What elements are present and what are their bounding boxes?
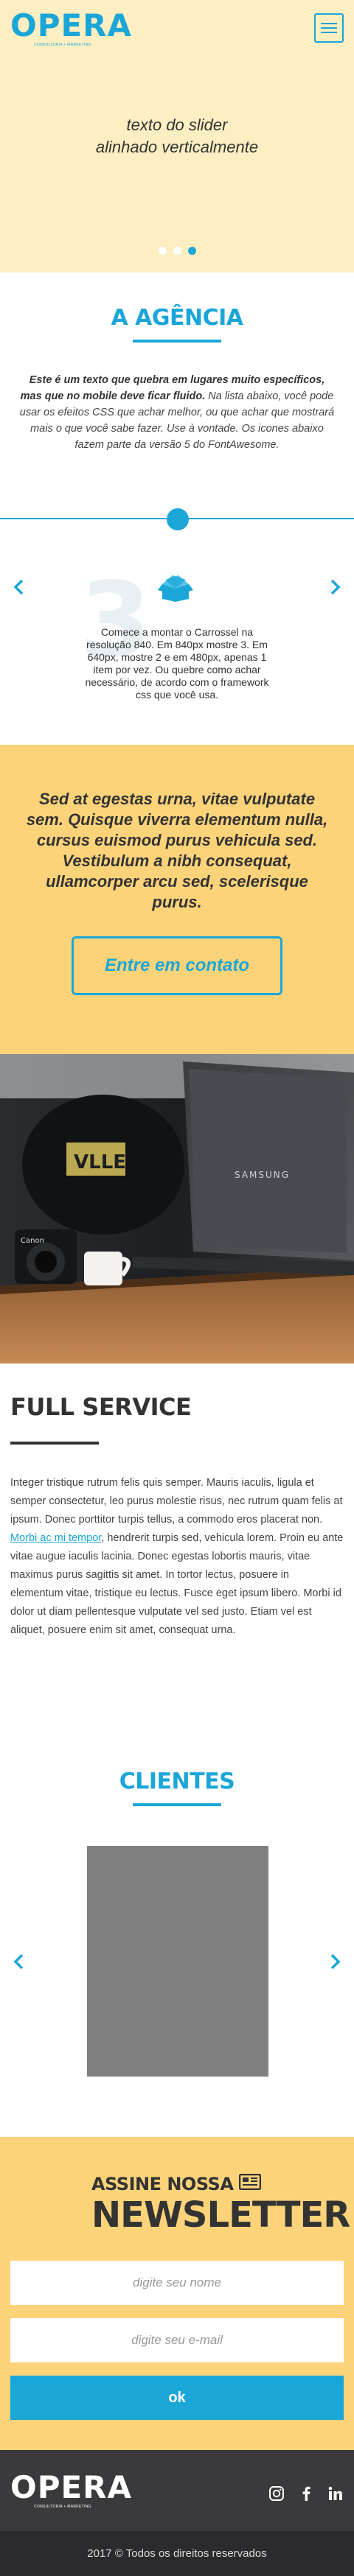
laptop-brand: SAMSUNG — [235, 1170, 290, 1180]
footer: OPERA CONSULTORIA + MARKETING — [0, 2450, 354, 2531]
chevron-right-icon[interactable] — [326, 578, 344, 596]
menu-button[interactable] — [314, 13, 344, 43]
carousel-item-text: Comece a montar o Carrossel na resolução… — [85, 626, 269, 701]
newspaper-icon — [239, 2173, 262, 2194]
linkedin-icon[interactable] — [327, 2485, 344, 2502]
full-service-title: FULL SERVICE — [10, 1393, 192, 1421]
full-service-text: Integer tristique rutrum felis quis semp… — [10, 1477, 344, 1636]
slider-line-1: texto do slider — [126, 116, 228, 134]
newsletter-title: NEWSLETTER — [91, 2194, 350, 2236]
camera-brand: Canon — [21, 1237, 44, 1245]
chevron-right-icon[interactable] — [326, 1953, 344, 1970]
email-input[interactable]: digite seu e-mail — [10, 2318, 344, 2362]
workspace-image: VLLE Canon SAMSUNG — [0, 1054, 354, 1364]
carousel: 3 Comece a montar o Carrossel na resoluç… — [0, 505, 354, 745]
slider-dot-1[interactable] — [158, 247, 167, 255]
agencia-section: A AGÊNCIA Este é um texto que quebra em … — [0, 273, 354, 505]
slider-text: texto do slider alinhado verticalmente — [0, 114, 354, 158]
workspace-photo: VLLE Canon SAMSUNG — [0, 1054, 354, 1364]
slider-dot-3[interactable] — [187, 247, 196, 255]
clientes-title: CLIENTES — [119, 1769, 235, 1794]
title-divider — [133, 1803, 221, 1806]
box-open-icon — [158, 572, 193, 606]
full-service-link[interactable]: Morbi ac mi tempor — [10, 1532, 101, 1544]
chevron-left-icon[interactable] — [10, 1953, 28, 1970]
submit-button[interactable]: ok — [10, 2376, 344, 2420]
logo[interactable]: OPERA CONSULTORIA + MARKETING — [10, 7, 133, 48]
instagram-icon[interactable] — [268, 2485, 285, 2502]
chevron-left-icon[interactable] — [10, 578, 28, 596]
newsletter-section: ASSINE NOSSA NEWSLETTER digite seu nome … — [0, 2137, 354, 2450]
clientes-section: CLIENTES — [0, 1739, 354, 2137]
cta-quote: Sed at egestas urna, vitae vulputate sem… — [26, 790, 328, 911]
footer-logo[interactable]: OPERA CONSULTORIA + MARKETING — [10, 2469, 133, 2510]
hero-slider: OPERA CONSULTORIA + MARKETING texto do s… — [0, 0, 354, 273]
copyright: 2017 © Todos os direitos reservados — [0, 2531, 354, 2576]
name-input[interactable]: digite seu nome — [10, 2261, 344, 2305]
full-service-section: FULL SERVICE Integer tristique rutrum fe… — [0, 1364, 354, 1739]
social-links — [268, 2485, 344, 2502]
newsletter-subtitle: ASSINE NOSSA — [91, 2174, 234, 2194]
footer-logo-text: OPERA — [10, 2469, 133, 2505]
client-logo-placeholder — [87, 1846, 268, 2077]
facebook-icon[interactable] — [298, 2485, 314, 2502]
timeline-dot — [167, 508, 189, 530]
agencia-text: Este é um texto que quebra em lugares mu… — [19, 374, 335, 451]
slider-line-2: alinhado verticalmente — [95, 138, 259, 156]
slider-dot-2[interactable] — [173, 247, 181, 255]
hamburger-icon — [321, 23, 337, 24]
contact-button[interactable]: Entre em contato — [72, 936, 282, 995]
cta-section: Sed at egestas urna, vitae vulputate sem… — [0, 745, 354, 1054]
slider-dots — [0, 247, 354, 255]
agencia-title: A AGÊNCIA — [111, 305, 243, 331]
logo-text: OPERA — [10, 7, 133, 43]
svg-text:VLLE: VLLE — [74, 1151, 126, 1173]
newsletter-heading: ASSINE NOSSA NEWSLETTER — [91, 2173, 350, 2236]
title-divider — [133, 340, 221, 343]
